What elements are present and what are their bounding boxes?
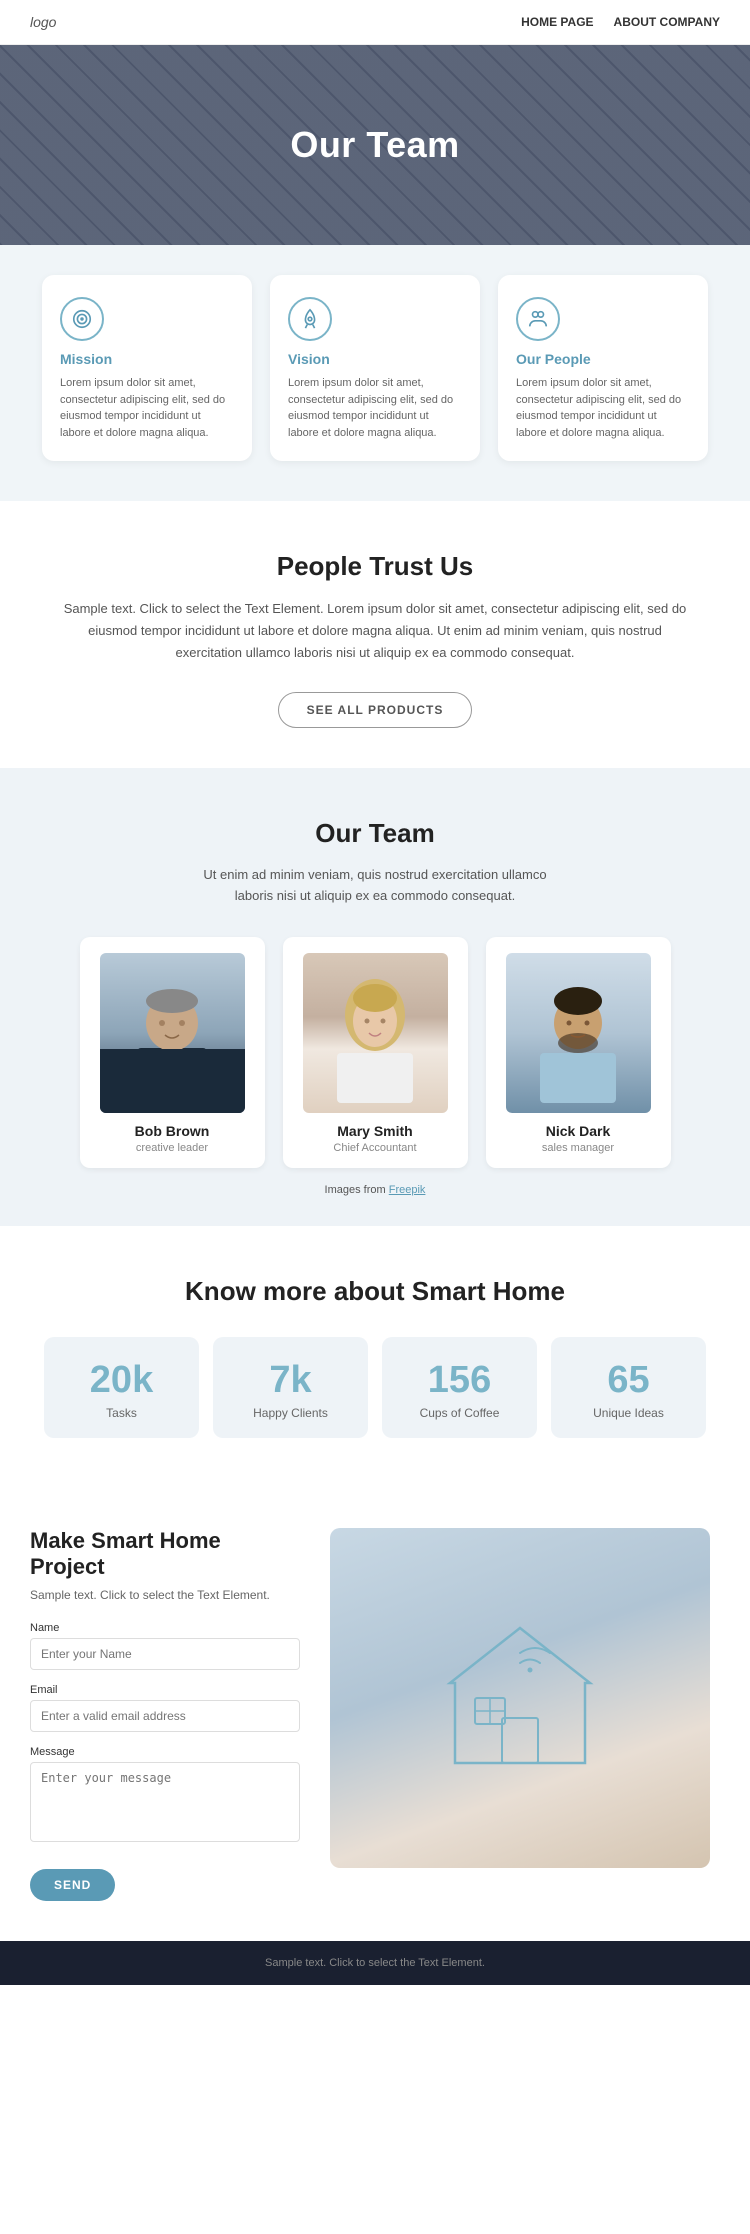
message-textarea[interactable] xyxy=(30,1762,300,1842)
trust-title: People Trust Us xyxy=(60,551,690,582)
team-grid: Bob Brown creative leader xyxy=(30,937,720,1168)
stat-tasks: 20k Tasks xyxy=(44,1337,199,1438)
nick-name: Nick Dark xyxy=(502,1123,655,1139)
team-subtitle: Ut enim ad minim veniam, quis nostrud ex… xyxy=(185,865,565,907)
ideas-number: 65 xyxy=(561,1359,696,1402)
team-card-mary: Mary Smith Chief Accountant xyxy=(283,937,468,1168)
vision-title: Vision xyxy=(288,351,462,367)
team-section: Our Team Ut enim ad minim veniam, quis n… xyxy=(0,768,750,1226)
nav-about[interactable]: ABOUT COMPANY xyxy=(614,15,720,29)
clients-label: Happy Clients xyxy=(223,1406,358,1420)
contact-form-area: Make Smart Home Project Sample text. Cli… xyxy=(30,1528,300,1901)
rocket-icon xyxy=(288,297,332,341)
coffee-label: Cups of Coffee xyxy=(392,1406,527,1420)
logo: logo xyxy=(30,14,56,30)
mission-title: Mission xyxy=(60,351,234,367)
footer-text: Sample text. Click to select the Text El… xyxy=(30,1957,720,1969)
stat-ideas: 65 Unique Ideas xyxy=(551,1337,706,1438)
bob-name: Bob Brown xyxy=(96,1123,249,1139)
people-icon xyxy=(516,297,560,341)
nick-photo xyxy=(506,953,651,1113)
team-title: Our Team xyxy=(30,818,720,849)
navbar: logo HOME PAGE ABOUT COMPANY xyxy=(0,0,750,45)
email-field-group: Email xyxy=(30,1684,300,1732)
mission-card: Mission Lorem ipsum dolor sit amet, cons… xyxy=(42,275,252,461)
message-field-group: Message xyxy=(30,1746,300,1847)
coffee-number: 156 xyxy=(392,1359,527,1402)
stat-clients: 7k Happy Clients xyxy=(213,1337,368,1438)
tasks-label: Tasks xyxy=(54,1406,189,1420)
name-label: Name xyxy=(30,1622,300,1634)
people-card: Our People Lorem ipsum dolor sit amet, c… xyxy=(498,275,708,461)
contact-section: Make Smart Home Project Sample text. Cli… xyxy=(0,1478,750,1941)
nav-links: HOME PAGE ABOUT COMPANY xyxy=(521,15,720,29)
hero-section: Our Team xyxy=(0,45,750,245)
smart-home-image xyxy=(330,1528,710,1868)
team-card-nick: Nick Dark sales manager xyxy=(486,937,671,1168)
contact-title: Make Smart Home Project xyxy=(30,1528,300,1580)
trust-description: Sample text. Click to select the Text El… xyxy=(60,598,690,664)
send-button[interactable]: SEND xyxy=(30,1869,115,1901)
vision-text: Lorem ipsum dolor sit amet, consectetur … xyxy=(288,375,462,441)
cards-section: Mission Lorem ipsum dolor sit amet, cons… xyxy=(0,245,750,501)
freepik-note: Images from Freepik xyxy=(30,1184,720,1196)
contact-subtitle: Sample text. Click to select the Text El… xyxy=(30,1588,300,1602)
footer: Sample text. Click to select the Text El… xyxy=(0,1941,750,1985)
people-text: Lorem ipsum dolor sit amet, consectetur … xyxy=(516,375,690,441)
stats-title: Know more about Smart Home xyxy=(30,1276,720,1307)
ideas-label: Unique Ideas xyxy=(561,1406,696,1420)
name-field-group: Name xyxy=(30,1622,300,1670)
people-title: Our People xyxy=(516,351,690,367)
see-all-button[interactable]: SEE ALL PRODUCTS xyxy=(278,692,473,728)
stats-section: Know more about Smart Home 20k Tasks 7k … xyxy=(0,1226,750,1478)
mary-role: Chief Accountant xyxy=(299,1142,452,1154)
nav-home[interactable]: HOME PAGE xyxy=(521,15,593,29)
clients-number: 7k xyxy=(223,1359,358,1402)
vision-card: Vision Lorem ipsum dolor sit amet, conse… xyxy=(270,275,480,461)
mary-photo xyxy=(303,953,448,1113)
target-icon xyxy=(60,297,104,341)
email-input[interactable] xyxy=(30,1700,300,1732)
mission-text: Lorem ipsum dolor sit amet, consectetur … xyxy=(60,375,234,441)
email-label: Email xyxy=(30,1684,300,1696)
nick-role: sales manager xyxy=(502,1142,655,1154)
message-label: Message xyxy=(30,1746,300,1758)
mary-name: Mary Smith xyxy=(299,1123,452,1139)
tasks-number: 20k xyxy=(54,1359,189,1402)
stat-coffee: 156 Cups of Coffee xyxy=(382,1337,537,1438)
name-input[interactable] xyxy=(30,1638,300,1670)
team-card-bob: Bob Brown creative leader xyxy=(80,937,265,1168)
bob-photo xyxy=(100,953,245,1113)
smart-home-illustration xyxy=(430,1608,610,1788)
bob-role: creative leader xyxy=(96,1142,249,1154)
hero-title: Our Team xyxy=(290,124,459,166)
stats-grid: 20k Tasks 7k Happy Clients 156 Cups of C… xyxy=(30,1337,720,1438)
freepik-link[interactable]: Freepik xyxy=(389,1184,426,1196)
trust-section: People Trust Us Sample text. Click to se… xyxy=(0,501,750,768)
